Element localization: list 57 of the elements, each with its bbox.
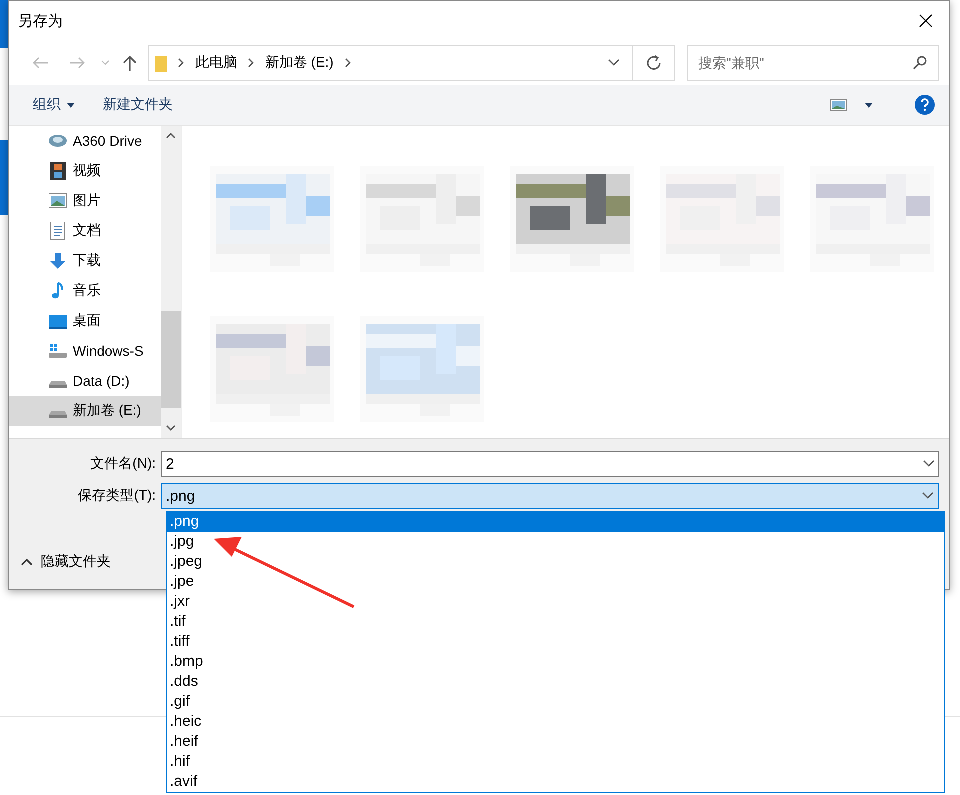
sidebar-item[interactable]: 新加卷 (E:) <box>9 396 161 426</box>
folder-icon <box>155 54 168 72</box>
new-folder-button[interactable]: 新建文件夹 <box>93 92 183 118</box>
refresh-icon <box>646 55 662 71</box>
help-icon[interactable] <box>915 95 935 115</box>
drive-icon <box>49 380 67 388</box>
up-arrow-icon <box>123 55 138 71</box>
chevron-down-icon[interactable] <box>608 59 620 67</box>
view-icon[interactable] <box>830 99 847 111</box>
caret-icon <box>67 102 75 108</box>
window-title: 另存为 <box>18 12 63 30</box>
caret-icon[interactable] <box>865 102 873 108</box>
chevron-icon <box>247 58 256 68</box>
sidebar-item[interactable]: 视频 <box>9 156 161 186</box>
search-field[interactable]: 搜索"兼职" <box>687 45 939 81</box>
sidebar-item[interactable]: 音乐 <box>9 276 161 306</box>
organize-menu[interactable]: 组织 <box>23 92 85 118</box>
save-type-label: 保存类型(T): <box>77 487 157 505</box>
sidebar-item[interactable]: 桌面 <box>9 306 161 336</box>
sidebar-item[interactable]: Windows-S <box>9 336 161 366</box>
chevron-icon <box>177 58 186 68</box>
breadcrumb[interactable]: 此电脑 <box>195 54 238 72</box>
close-icon <box>919 14 933 28</box>
hide-folders-button[interactable]: 隐藏文件夹 <box>15 549 117 575</box>
sidebar-item[interactable]: Data (D:) <box>9 366 161 396</box>
back-arrow-icon <box>32 57 49 69</box>
monitor-icon <box>49 312 67 330</box>
sidebar-item[interactable]: 文档 <box>9 216 161 246</box>
forward-arrow-icon <box>68 57 85 69</box>
down-arrow-icon <box>49 252 67 270</box>
chevron-icon <box>344 58 352 68</box>
chevron-down-icon <box>101 60 110 66</box>
document-icon <box>49 222 67 240</box>
save-type-dropdown[interactable]: .png <box>161 483 939 509</box>
search-icon <box>912 56 927 70</box>
file-name-field[interactable]: 2 <box>161 451 939 477</box>
cloud-icon <box>49 132 67 150</box>
film-icon <box>49 162 67 180</box>
drive-icon <box>49 410 67 418</box>
refresh-button[interactable] <box>632 45 676 81</box>
scroll-thumb[interactable] <box>161 311 181 408</box>
scrollbar[interactable] <box>161 126 181 438</box>
background-panel <box>0 0 8 48</box>
chevron-up-icon <box>166 133 176 139</box>
breadcrumb[interactable]: 新加卷 (E:) <box>265 54 334 72</box>
sidebar-item[interactable]: 图片 <box>9 186 161 216</box>
file-name-label: 文件名(N): <box>90 455 157 473</box>
drive-icon <box>49 342 67 360</box>
sidebar-item[interactable]: 下载 <box>9 246 161 276</box>
landscape-icon <box>49 192 67 210</box>
chevron-up-icon <box>21 558 33 566</box>
chevron-down-icon <box>922 492 934 500</box>
address-bar[interactable]: 此电脑 新加卷 (E:) <box>148 45 633 81</box>
file-type-option[interactable]: .png <box>167 512 944 532</box>
sidebar-item[interactable]: A360 Drive <box>9 126 161 156</box>
chevron-down-icon[interactable] <box>923 460 935 468</box>
chevron-down-icon <box>166 425 176 431</box>
